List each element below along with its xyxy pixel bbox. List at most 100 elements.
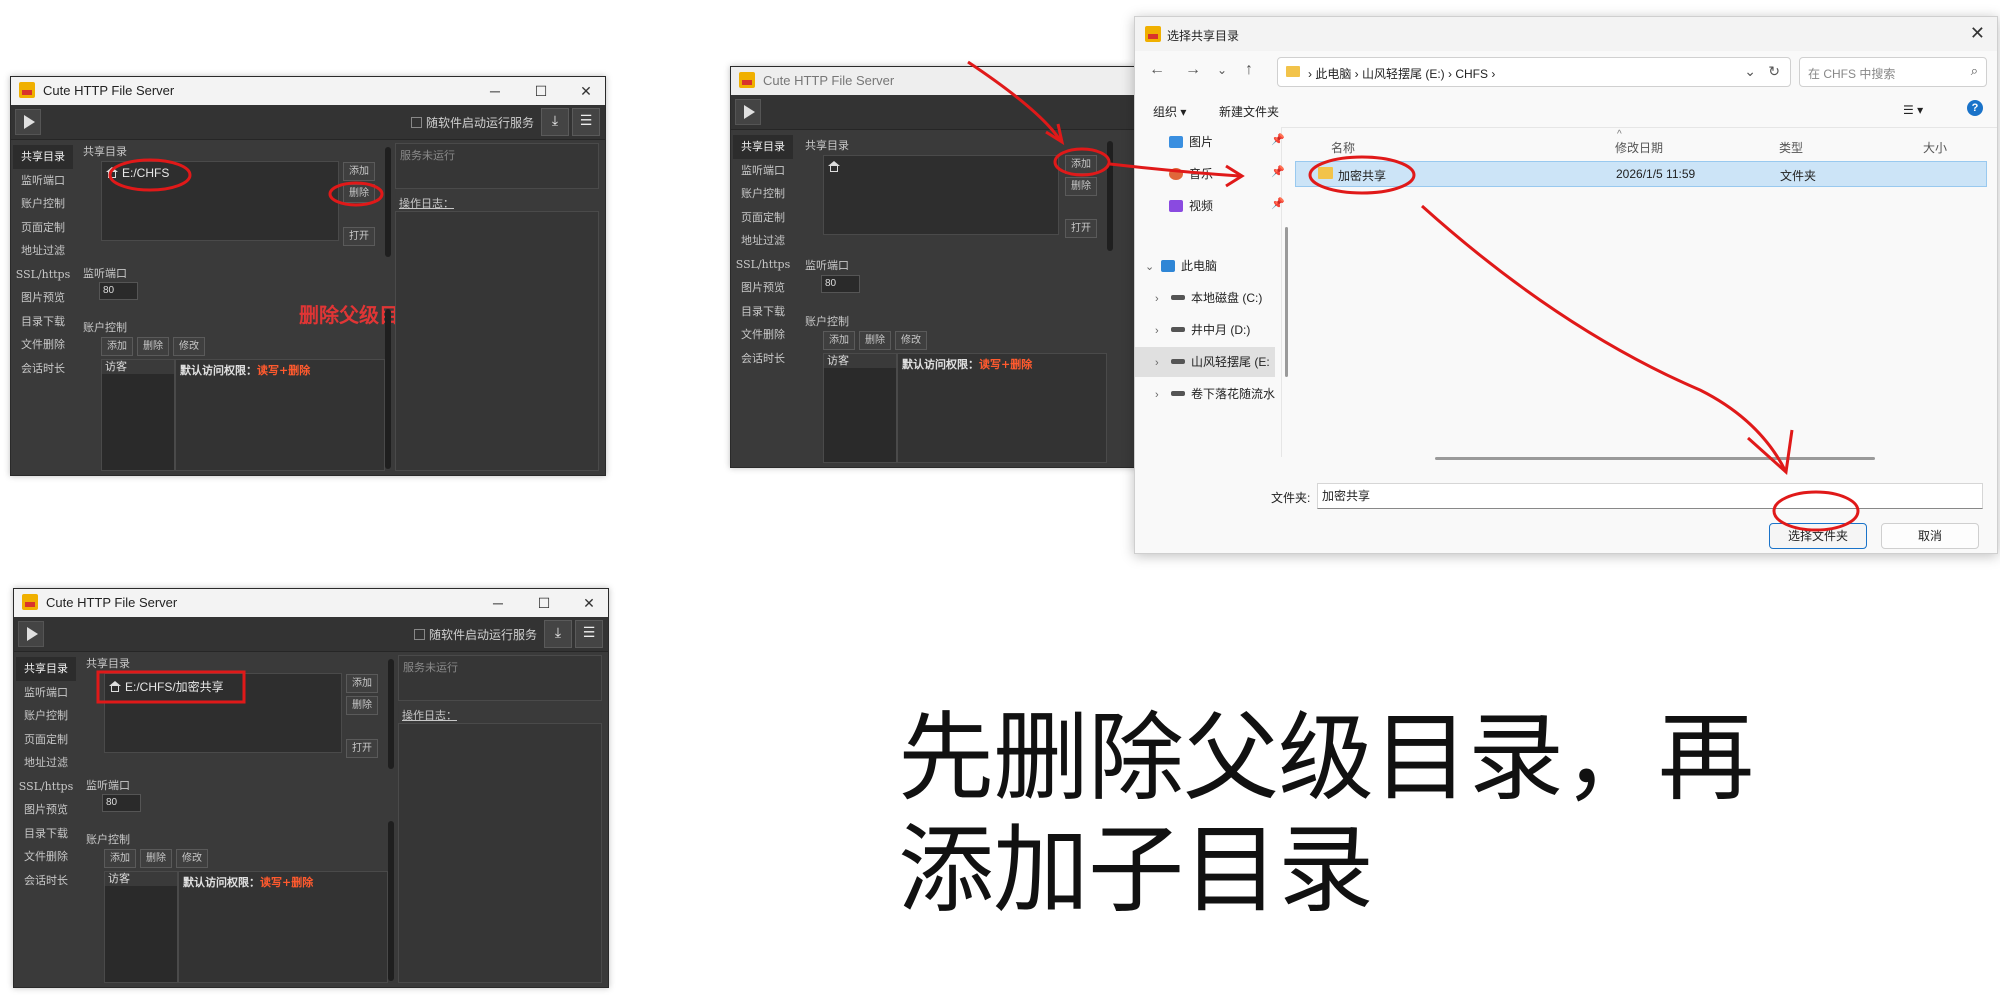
recent-dropdown-icon[interactable]: ⌄: [1217, 63, 1227, 77]
view-options-button[interactable]: ☰ ▾: [1903, 103, 1923, 117]
account-list[interactable]: 访客: [101, 359, 175, 471]
minimize-button[interactable]: ─: [481, 81, 509, 101]
horizontal-scrollbar[interactable]: [1435, 457, 1875, 460]
maximize-button[interactable]: ☐: [530, 593, 558, 613]
organize-button[interactable]: 组织 ▾: [1153, 103, 1186, 120]
shared-dir-item[interactable]: [828, 160, 844, 174]
sidebar-item-ssl[interactable]: SSL/https: [733, 253, 793, 277]
sidebar-item-ssl[interactable]: SSL/https: [16, 775, 76, 799]
sidebar-item-download[interactable]: 目录下载: [13, 310, 73, 334]
sidebar-item-shared-dir[interactable]: 共享目录: [13, 145, 73, 169]
modify-account-button[interactable]: 修改: [173, 337, 205, 356]
sidebar-item-ipfilter[interactable]: 地址过滤: [16, 751, 76, 775]
account-item-guest[interactable]: 访客: [102, 360, 174, 374]
shared-dir-list[interactable]: [823, 155, 1059, 235]
menu-icon[interactable]: ☰: [572, 108, 600, 136]
delete-dir-button[interactable]: 删除: [346, 696, 378, 715]
column-header-size[interactable]: 大小: [1923, 139, 1947, 156]
back-arrow-icon[interactable]: ←: [1149, 61, 1165, 79]
sidebar-item-port[interactable]: 监听端口: [733, 159, 793, 183]
port-input[interactable]: 80: [99, 282, 138, 300]
chevron-right-icon[interactable]: ›: [1155, 293, 1165, 305]
scrollbar[interactable]: [388, 821, 394, 981]
sidebar-item-preview[interactable]: 图片预览: [16, 798, 76, 822]
open-dir-button[interactable]: 打开: [346, 739, 378, 758]
modify-account-button[interactable]: 修改: [176, 849, 208, 868]
file-row[interactable]: 加密共享 2026/1/5 11:59 文件夹: [1295, 161, 1987, 187]
column-header-name[interactable]: 名称: [1331, 139, 1355, 156]
forward-arrow-icon[interactable]: →: [1185, 61, 1201, 79]
breadcrumb[interactable]: › 此电脑 › 山风轻摆尾 (E:) › CHFS ›: [1308, 65, 1495, 82]
add-dir-button[interactable]: 添加: [346, 674, 378, 693]
help-icon[interactable]: ?: [1967, 100, 1983, 116]
sidebar-item-account[interactable]: 账户控制: [16, 704, 76, 728]
sidebar-item-shared-dir[interactable]: 共享目录: [16, 657, 76, 681]
scrollbar[interactable]: [388, 659, 394, 769]
sidebar-item-ipfilter[interactable]: 地址过滤: [13, 239, 73, 263]
download-icon[interactable]: ⤓: [541, 108, 569, 136]
delete-account-button[interactable]: 删除: [140, 849, 172, 868]
nav-item-pictures[interactable]: 图片 📌: [1169, 133, 1285, 150]
menu-icon[interactable]: ☰: [575, 620, 603, 648]
add-dir-button[interactable]: 添加: [1065, 155, 1097, 174]
shared-dir-item[interactable]: E:/CHFS: [106, 166, 169, 180]
search-input[interactable]: 在 CHFS 中搜索 ⌕: [1799, 57, 1987, 87]
nav-item-music[interactable]: 音乐 📌: [1169, 165, 1285, 182]
autostart-checkbox[interactable]: 随软件启动运行服务: [411, 114, 534, 131]
play-icon[interactable]: [18, 621, 44, 647]
open-dir-button[interactable]: 打开: [343, 227, 375, 246]
sidebar-item-preview[interactable]: 图片预览: [13, 286, 73, 310]
sidebar-item-download[interactable]: 目录下载: [733, 300, 793, 324]
close-button[interactable]: ✕: [572, 81, 600, 101]
sidebar-item-download[interactable]: 目录下载: [16, 822, 76, 846]
chevron-right-icon[interactable]: ›: [1155, 325, 1165, 337]
maximize-button[interactable]: ☐: [527, 81, 555, 101]
minimize-button[interactable]: ─: [484, 593, 512, 613]
sidebar-item-session[interactable]: 会话时长: [13, 357, 73, 381]
sidebar-item-delete[interactable]: 文件删除: [13, 333, 73, 357]
delete-dir-button[interactable]: 删除: [1065, 177, 1097, 196]
chevron-down-icon[interactable]: ⌄: [1145, 260, 1155, 273]
chevron-right-icon[interactable]: ›: [1155, 389, 1165, 401]
up-arrow-icon[interactable]: ↑: [1245, 61, 1253, 79]
nav-item-drive-f[interactable]: › 卷下落花随流水: [1155, 385, 1277, 402]
account-list[interactable]: 访客: [823, 353, 897, 463]
sidebar-item-session[interactable]: 会话时长: [733, 347, 793, 371]
sidebar-item-page[interactable]: 页面定制: [16, 728, 76, 752]
folder-name-input[interactable]: 加密共享: [1317, 483, 1983, 509]
add-account-button[interactable]: 添加: [104, 849, 136, 868]
shared-dir-item[interactable]: E:/CHFS/加密共享: [109, 678, 224, 695]
nav-item-drive-d[interactable]: › 井中月 (D:): [1155, 321, 1250, 338]
sidebar-item-shared-dir[interactable]: 共享目录: [733, 135, 793, 159]
add-account-button[interactable]: 添加: [101, 337, 133, 356]
refresh-icon[interactable]: ↻: [1768, 63, 1780, 80]
sidebar-item-page[interactable]: 页面定制: [13, 216, 73, 240]
nav-scrollbar[interactable]: [1285, 227, 1288, 377]
delete-dir-button[interactable]: 删除: [343, 184, 375, 203]
play-icon[interactable]: [15, 109, 41, 135]
shared-dir-list[interactable]: E:/CHFS: [101, 161, 339, 241]
chevron-down-icon[interactable]: ⌄: [1744, 63, 1756, 80]
sidebar-item-account[interactable]: 账户控制: [13, 192, 73, 216]
sidebar-item-account[interactable]: 账户控制: [733, 182, 793, 206]
shared-dir-list[interactable]: E:/CHFS/加密共享: [104, 673, 342, 753]
account-item-guest[interactable]: 访客: [824, 354, 896, 368]
delete-account-button[interactable]: 删除: [859, 331, 891, 350]
column-header-modified[interactable]: 修改日期: [1615, 139, 1663, 156]
nav-item-videos[interactable]: 视频 📌: [1169, 197, 1285, 214]
column-header-type[interactable]: 类型: [1779, 139, 1803, 156]
sidebar-item-session[interactable]: 会话时长: [16, 869, 76, 893]
new-folder-button[interactable]: 新建文件夹: [1219, 103, 1279, 120]
address-bar[interactable]: › 此电脑 › 山风轻摆尾 (E:) › CHFS › ⌄ ↻: [1277, 57, 1791, 87]
nav-item-drive-e[interactable]: › 山风轻摆尾 (E:: [1135, 347, 1275, 377]
sidebar-item-ipfilter[interactable]: 地址过滤: [733, 229, 793, 253]
account-list[interactable]: 访客: [104, 871, 178, 983]
scrollbar[interactable]: [385, 147, 391, 257]
sidebar-item-preview[interactable]: 图片预览: [733, 276, 793, 300]
play-icon[interactable]: [735, 99, 761, 125]
modify-account-button[interactable]: 修改: [895, 331, 927, 350]
select-folder-button[interactable]: 选择文件夹: [1769, 523, 1867, 549]
sidebar-item-delete[interactable]: 文件删除: [16, 845, 76, 869]
port-input[interactable]: 80: [102, 794, 141, 812]
scrollbar[interactable]: [1107, 141, 1113, 251]
